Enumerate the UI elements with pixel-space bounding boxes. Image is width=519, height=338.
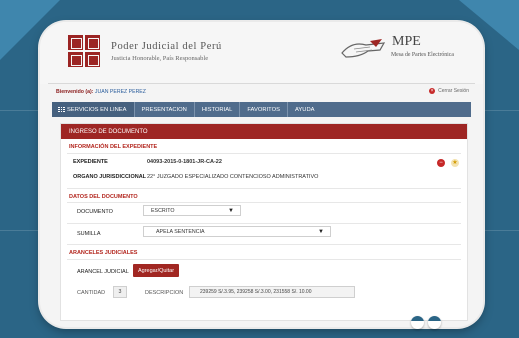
header-divider: [48, 83, 475, 84]
main-navbar: SERVICIOS EN LINEA PRESENTACION HISTORIA…: [52, 102, 471, 117]
caret-down-icon: ▼: [318, 229, 324, 235]
pager-dot[interactable]: [428, 316, 441, 329]
welcome-label: Bienvenido (a):: [56, 89, 94, 95]
divider: [67, 202, 461, 203]
mpe-title: MPE: [392, 34, 421, 49]
cantidad-label: CANTIDAD: [77, 290, 106, 296]
poder-judicial-logo: [68, 35, 102, 69]
logout-label: Cerrar Sesión: [438, 88, 469, 94]
sumilla-value: APELA SENTENCIA: [156, 228, 205, 235]
divider: [67, 244, 461, 245]
nav-item-presentacion[interactable]: PRESENTACION: [135, 102, 195, 117]
site-title: Poder Judicial del Perú: [111, 41, 222, 52]
expediente-label: EXPEDIENTE: [73, 159, 108, 165]
organo-label: ORGANO JURISDICCIONAL: [73, 174, 147, 180]
aranceles-section-title: ARANCELES JUDICIALES: [69, 250, 138, 256]
sumilla-label: SUMILLA: [77, 231, 101, 237]
star-icon[interactable]: ★: [451, 159, 459, 167]
documento-select[interactable]: ESCRITO ▼: [143, 205, 241, 216]
cantidad-field[interactable]: 3: [113, 286, 127, 298]
caret-down-icon: ▼: [228, 208, 234, 214]
nav-item-servicios[interactable]: SERVICIOS EN LINEA: [52, 102, 135, 117]
organo-value: 22° JUZGADO ESPECIALIZADO CONTENCIOSO AD…: [147, 174, 319, 180]
logout-link[interactable]: × Cerrar Sesión: [429, 88, 469, 94]
nav-label: SERVICIOS EN LINEA: [67, 106, 127, 113]
panel-title: INGRESO DE DOCUMENTO: [61, 124, 467, 139]
slide-pager: [411, 316, 441, 329]
close-circle-icon: ×: [429, 88, 436, 94]
documento-label: DOCUMENTO: [77, 209, 113, 215]
documento-value: ESCRITO: [151, 207, 175, 214]
datos-section-title: DATOS DEL DOCUMENTO: [69, 194, 138, 200]
nav-item-historial[interactable]: HISTORIAL: [195, 102, 241, 117]
grid-icon: [58, 106, 65, 113]
descripcion-field[interactable]: 239259 S/.3.95, 239258 S/.3.00, 231558 S…: [189, 286, 355, 298]
expediente-value: 04093-2015-0-1801-JR-CA-22: [147, 159, 222, 165]
agregar-quitar-button[interactable]: Agregar/Quitar: [133, 264, 180, 277]
arancel-label: ARANCEL JUDICIAL: [77, 269, 129, 275]
welcome-text: Bienvenido (a): JUAN PEREZ PEREZ: [56, 89, 146, 95]
sumilla-select[interactable]: APELA SENTENCIA ▼: [143, 226, 331, 237]
mpe-logo-icon: [341, 39, 386, 58]
site-header: Poder Judicial del Perú Justicia Honorab…: [40, 22, 483, 84]
info-section-title: INFORMACIÓN DEL EXPEDIENTE: [69, 144, 158, 150]
nav-item-favoritos[interactable]: FAVORITOS: [240, 102, 288, 117]
descripcion-label: DESCRIPCION: [145, 290, 184, 296]
mpe-subtitle: Mesa de Partes Electrónica: [391, 52, 454, 58]
divider: [67, 259, 461, 260]
divider: [67, 223, 461, 224]
pager-dot[interactable]: [411, 316, 424, 329]
user-name: JUAN PEREZ PEREZ: [94, 89, 146, 95]
divider: [67, 153, 461, 154]
nav-item-ayuda[interactable]: AYUDA: [288, 102, 322, 117]
device-frame: Poder Judicial del Perú Justicia Honorab…: [40, 22, 483, 327]
site-subtitle: Justicia Honorable, País Responsable: [111, 55, 209, 62]
divider: [67, 188, 461, 189]
remove-icon[interactable]: −: [437, 159, 445, 167]
document-panel: INGRESO DE DOCUMENTO INFORMACIÓN DEL EXP…: [60, 123, 468, 321]
